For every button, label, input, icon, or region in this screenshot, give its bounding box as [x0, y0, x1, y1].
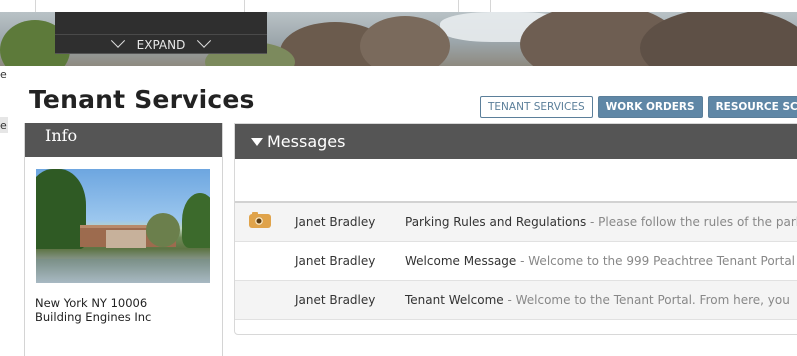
nav-tabs: TENANT SERVICES WORK ORDERS RESOURCE SCH — [480, 96, 797, 120]
message-author: Janet Bradley — [295, 215, 376, 229]
message-preview: - Please follow the rules of the parki — [586, 215, 797, 229]
message-icon-cell — [235, 211, 295, 231]
message-author: Janet Bradley — [295, 293, 376, 307]
photo-building-entrance — [106, 230, 146, 248]
expand-bar: EXPAND — [55, 12, 267, 54]
info-panel-header: Info — [25, 123, 222, 157]
address-line: New York NY 10006 — [35, 296, 148, 310]
message-subject-title: Welcome Message — [405, 254, 517, 268]
strip-divider — [244, 0, 245, 12]
message-preview: - Welcome to the 999 Peachtree Tenant Po… — [516, 254, 796, 268]
photo-tree — [36, 169, 86, 249]
banner-tree — [360, 16, 450, 66]
expand-label: EXPAND — [136, 37, 186, 52]
message-subject-title: Parking Rules and Regulations — [405, 215, 587, 229]
photo-tree — [182, 193, 210, 248]
camera-icon — [249, 211, 271, 228]
messages-toolbar — [235, 159, 797, 203]
info-panel: Info New York NY 10006 Building Engines … — [24, 123, 223, 356]
message-subject: Tenant Welcome - Welcome to the Tenant P… — [405, 293, 790, 307]
messages-panel: Messages Janet Bradley Parking Rules and… — [234, 123, 797, 335]
strip-divider — [35, 0, 36, 12]
expand-button[interactable]: EXPAND — [55, 33, 267, 54]
top-strip — [0, 0, 797, 12]
messages-title: Messages — [267, 131, 346, 151]
photo-tree — [146, 213, 180, 247]
photo-pond — [36, 259, 210, 283]
messages-list: Janet Bradley Parking Rules and Regulati… — [235, 203, 797, 320]
message-row[interactable]: Janet Bradley Welcome Message - Welcome … — [235, 242, 797, 281]
tab-work-orders[interactable]: WORK ORDERS — [597, 96, 703, 118]
message-subject-title: Tenant Welcome — [405, 293, 504, 307]
building-address: New York NY 10006 Building Engines Inc — [35, 296, 151, 324]
tab-resource-scheduling[interactable]: RESOURCE SCH — [707, 96, 797, 118]
banner-tree — [640, 12, 797, 66]
building-photo — [36, 169, 210, 283]
message-row[interactable]: Janet Bradley Tenant Welcome - Welcome t… — [235, 281, 797, 320]
message-subject: Parking Rules and Regulations - Please f… — [405, 215, 797, 229]
collapse-triangle-icon — [251, 137, 263, 146]
message-preview: - Welcome to the Tenant Portal. From her… — [503, 293, 790, 307]
messages-panel-header[interactable]: Messages — [235, 124, 797, 159]
company-name: Building Engines Inc — [35, 310, 152, 324]
message-subject: Welcome Message - Welcome to the 999 Pea… — [405, 254, 795, 268]
chevron-down-icon — [197, 33, 212, 48]
message-author: Janet Bradley — [295, 254, 376, 268]
strip-divider — [458, 0, 459, 12]
cut-off-text: e — [0, 68, 7, 81]
message-row[interactable]: Janet Bradley Parking Rules and Regulati… — [235, 203, 797, 242]
cut-off-text: e — [0, 119, 7, 132]
page-title: Tenant Services — [29, 85, 255, 114]
chevron-down-icon — [110, 33, 125, 48]
strip-divider — [490, 0, 491, 12]
tab-tenant-services[interactable]: TENANT SERVICES — [480, 96, 593, 118]
